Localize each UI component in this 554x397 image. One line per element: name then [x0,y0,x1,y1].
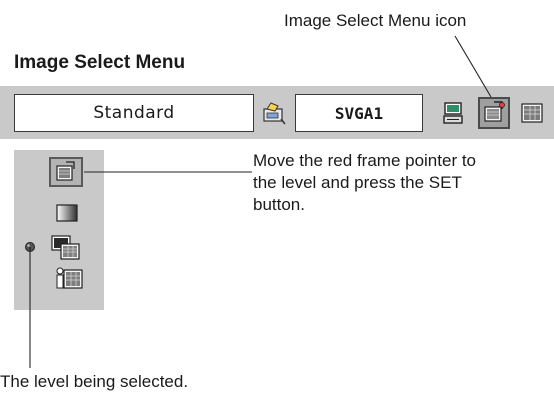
image-adjust-icon[interactable] [519,100,545,126]
menu-title: Image Select Menu [14,52,186,73]
computer-icon[interactable] [441,100,467,126]
real-level-icon[interactable] [50,234,82,262]
image-select-menu-icon[interactable] [478,97,510,129]
input-source-display[interactable]: SVGA1 [295,94,423,132]
image-memory-level-icon[interactable] [54,266,84,292]
image-select-level-icon[interactable] [54,160,78,184]
input-icon[interactable] [261,100,287,126]
menu-icon-callout: Image Select Menu icon [284,11,467,30]
instruction-line: button. [253,195,305,214]
level-note: The level being selected. [0,372,189,391]
level-pointer-icon [24,241,36,253]
instruction-line: Move the red frame pointer to [253,151,477,170]
instruction-line: the level and press the SET [253,173,462,192]
instruction-text: Move the red frame pointer to the level … [253,150,549,216]
standard-level-icon[interactable] [56,203,78,223]
image-mode-display[interactable]: Standard [14,94,254,132]
